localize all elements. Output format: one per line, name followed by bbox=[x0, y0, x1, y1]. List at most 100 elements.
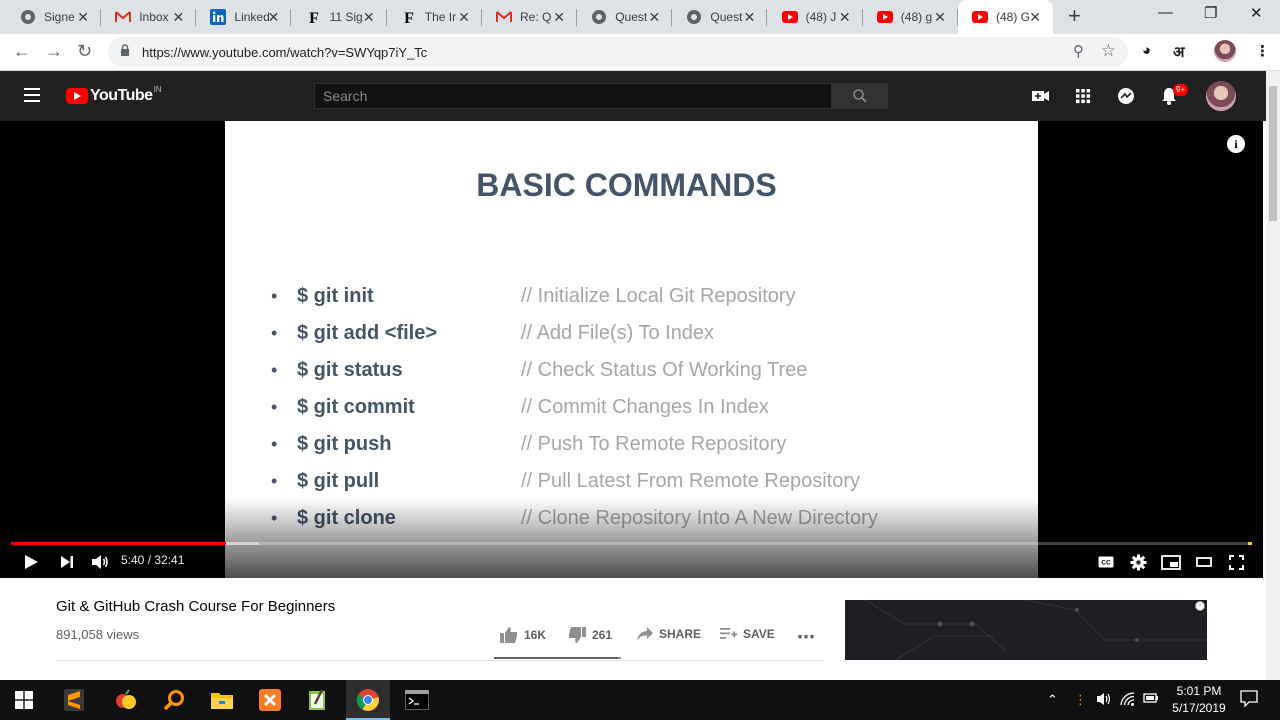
search-box[interactable] bbox=[314, 83, 832, 109]
lock-icon[interactable] bbox=[120, 44, 130, 56]
slide-title: BASIC COMMANDS bbox=[476, 167, 777, 203]
file-explorer-icon[interactable] bbox=[210, 688, 234, 712]
windows-start-icon[interactable] bbox=[12, 688, 36, 712]
sublime-text-icon[interactable] bbox=[62, 688, 86, 712]
chrome-taskbar-icon[interactable] bbox=[346, 680, 390, 720]
browser-tab[interactable]: Re: Q ✕ bbox=[482, 0, 577, 34]
scrollbar-thumb[interactable] bbox=[1269, 86, 1277, 221]
view-count: 891,058 views bbox=[56, 627, 140, 642]
search-button[interactable] bbox=[831, 83, 888, 109]
new-tab-button[interactable]: + bbox=[1068, 5, 1081, 27]
browser-tab[interactable]: F The Ir ✕ bbox=[387, 0, 482, 34]
wifi-icon[interactable] bbox=[1120, 692, 1136, 709]
close-window-button[interactable]: ✕ bbox=[1250, 4, 1263, 22]
notepad-app-icon[interactable] bbox=[306, 688, 330, 712]
like-button[interactable]: 16K bbox=[500, 627, 546, 643]
close-tab-icon[interactable]: ✕ bbox=[77, 9, 89, 25]
youtube-logo[interactable]: YouTube IN bbox=[66, 84, 162, 105]
guide-menu-icon[interactable] bbox=[24, 88, 40, 102]
linkedin-icon bbox=[210, 9, 227, 25]
forward-button[interactable]: → bbox=[45, 41, 63, 61]
reload-button[interactable]: ↻ bbox=[77, 41, 92, 61]
command-text: $ git init bbox=[297, 284, 374, 307]
ad-banner[interactable] bbox=[845, 600, 1207, 660]
time-display: 5:40 / 32:41 bbox=[121, 553, 185, 567]
bullet: • bbox=[271, 396, 278, 417]
minimize-button[interactable]: — bbox=[1158, 4, 1173, 21]
xampp-icon[interactable] bbox=[258, 688, 282, 712]
close-tab-icon[interactable]: ✕ bbox=[934, 9, 946, 25]
close-tab-icon[interactable]: ✕ bbox=[458, 9, 470, 25]
bookmark-star-icon[interactable]: ☆ bbox=[1101, 41, 1116, 61]
youtube-logo-text: YouTube bbox=[90, 87, 153, 104]
close-tab-icon[interactable]: ✕ bbox=[363, 9, 375, 25]
captions-button[interactable]: CC bbox=[1096, 552, 1116, 572]
messages-icon[interactable] bbox=[1116, 86, 1136, 106]
command-description: // Add File(s) To Index bbox=[521, 321, 715, 344]
fruit-app-icon[interactable] bbox=[114, 688, 138, 712]
create-video-icon[interactable] bbox=[1030, 86, 1050, 106]
language-extension-icon[interactable]: अ bbox=[1173, 42, 1184, 62]
battery-charging-icon[interactable]: ⋮ bbox=[1074, 692, 1087, 708]
play-button[interactable] bbox=[22, 552, 40, 572]
terminal-icon[interactable] bbox=[405, 688, 429, 712]
account-avatar[interactable] bbox=[1206, 81, 1236, 111]
browser-tab[interactable]: (48) g ✕ bbox=[863, 0, 958, 34]
end-marker bbox=[1248, 542, 1252, 545]
taskbar-clock[interactable]: 5:01 PM 5/17/2019 bbox=[1160, 683, 1238, 717]
svg-text:F: F bbox=[309, 10, 319, 25]
action-center-icon[interactable] bbox=[1240, 689, 1258, 710]
share-button[interactable]: SHARE bbox=[637, 627, 701, 641]
back-button[interactable]: ← bbox=[13, 41, 31, 61]
video-player[interactable]: BASIC COMMANDS • $ git init // Initialize … bbox=[0, 121, 1263, 578]
apps-grid-icon[interactable] bbox=[1073, 86, 1093, 106]
progress-bar[interactable] bbox=[11, 542, 1252, 545]
close-tab-icon[interactable]: ✕ bbox=[648, 9, 660, 25]
address-bar[interactable]: https://www.youtube.com/watch?v=SWYqp7iY… bbox=[108, 37, 1128, 67]
fullscreen-button[interactable] bbox=[1226, 552, 1246, 572]
search-input[interactable] bbox=[315, 84, 831, 108]
browser-menu-icon[interactable]: ⋮ bbox=[1255, 42, 1270, 60]
next-button[interactable] bbox=[58, 552, 76, 572]
save-button[interactable]: SAVE bbox=[720, 627, 775, 641]
bullet: • bbox=[271, 359, 278, 380]
browser-tab[interactable]: (48) G ✕ bbox=[958, 0, 1053, 34]
command-row: • $ git status // Check Status Of Working … bbox=[271, 355, 807, 385]
dislike-button[interactable]: 261 bbox=[568, 627, 612, 643]
close-tab-icon[interactable]: ✕ bbox=[553, 9, 565, 25]
page-scrollbar[interactable] bbox=[1266, 71, 1280, 680]
power-icon[interactable] bbox=[1143, 692, 1159, 707]
more-actions-icon[interactable]: ⋯ bbox=[797, 627, 815, 648]
show-hidden-icons-chevron-icon[interactable]: ⌃ bbox=[1047, 692, 1058, 708]
browser-tab[interactable]: Linked ✕ bbox=[196, 0, 292, 34]
search-magnifier-icon[interactable] bbox=[162, 688, 186, 712]
info-icon[interactable]: i bbox=[1227, 135, 1245, 153]
volume-button[interactable] bbox=[90, 552, 110, 572]
browser-tab[interactable]: Quest ✕ bbox=[672, 0, 768, 34]
extension-icon[interactable]: ◕ bbox=[1142, 42, 1151, 59]
url-text[interactable]: https://www.youtube.com/watch?v=SWYqp7iY… bbox=[142, 45, 427, 60]
browser-tab[interactable]: (48) J ✕ bbox=[768, 0, 863, 34]
browser-tab[interactable]: Inbox ✕ bbox=[101, 0, 197, 34]
command-text: $ git add <file> bbox=[297, 321, 438, 344]
close-tab-icon[interactable]: ✕ bbox=[1029, 9, 1041, 25]
ad-info-icon[interactable]: i bbox=[1195, 601, 1205, 611]
close-tab-icon[interactable]: ✕ bbox=[744, 9, 756, 25]
theater-mode-button[interactable] bbox=[1194, 552, 1214, 572]
bullet: • bbox=[271, 285, 278, 306]
speaker-icon[interactable] bbox=[1096, 692, 1112, 709]
country-code: IN bbox=[153, 84, 162, 94]
zoom-icon[interactable]: ⚲ bbox=[1073, 42, 1084, 60]
close-tab-icon[interactable]: ✕ bbox=[172, 9, 184, 25]
thumbs-down-icon bbox=[569, 627, 586, 643]
browser-tab[interactable]: F 11 Sig ✕ bbox=[292, 0, 387, 34]
bullet: • bbox=[271, 470, 278, 491]
browser-tab[interactable]: Quest ✕ bbox=[577, 0, 673, 34]
miniplayer-button[interactable] bbox=[1160, 552, 1182, 572]
settings-button[interactable] bbox=[1128, 552, 1148, 572]
profile-avatar[interactable] bbox=[1214, 40, 1236, 62]
browser-tab[interactable]: Signe ✕ bbox=[6, 0, 101, 34]
close-tab-icon[interactable]: ✕ bbox=[839, 9, 851, 25]
close-tab-icon[interactable]: ✕ bbox=[268, 9, 280, 25]
restore-button[interactable]: ❐ bbox=[1204, 4, 1217, 22]
